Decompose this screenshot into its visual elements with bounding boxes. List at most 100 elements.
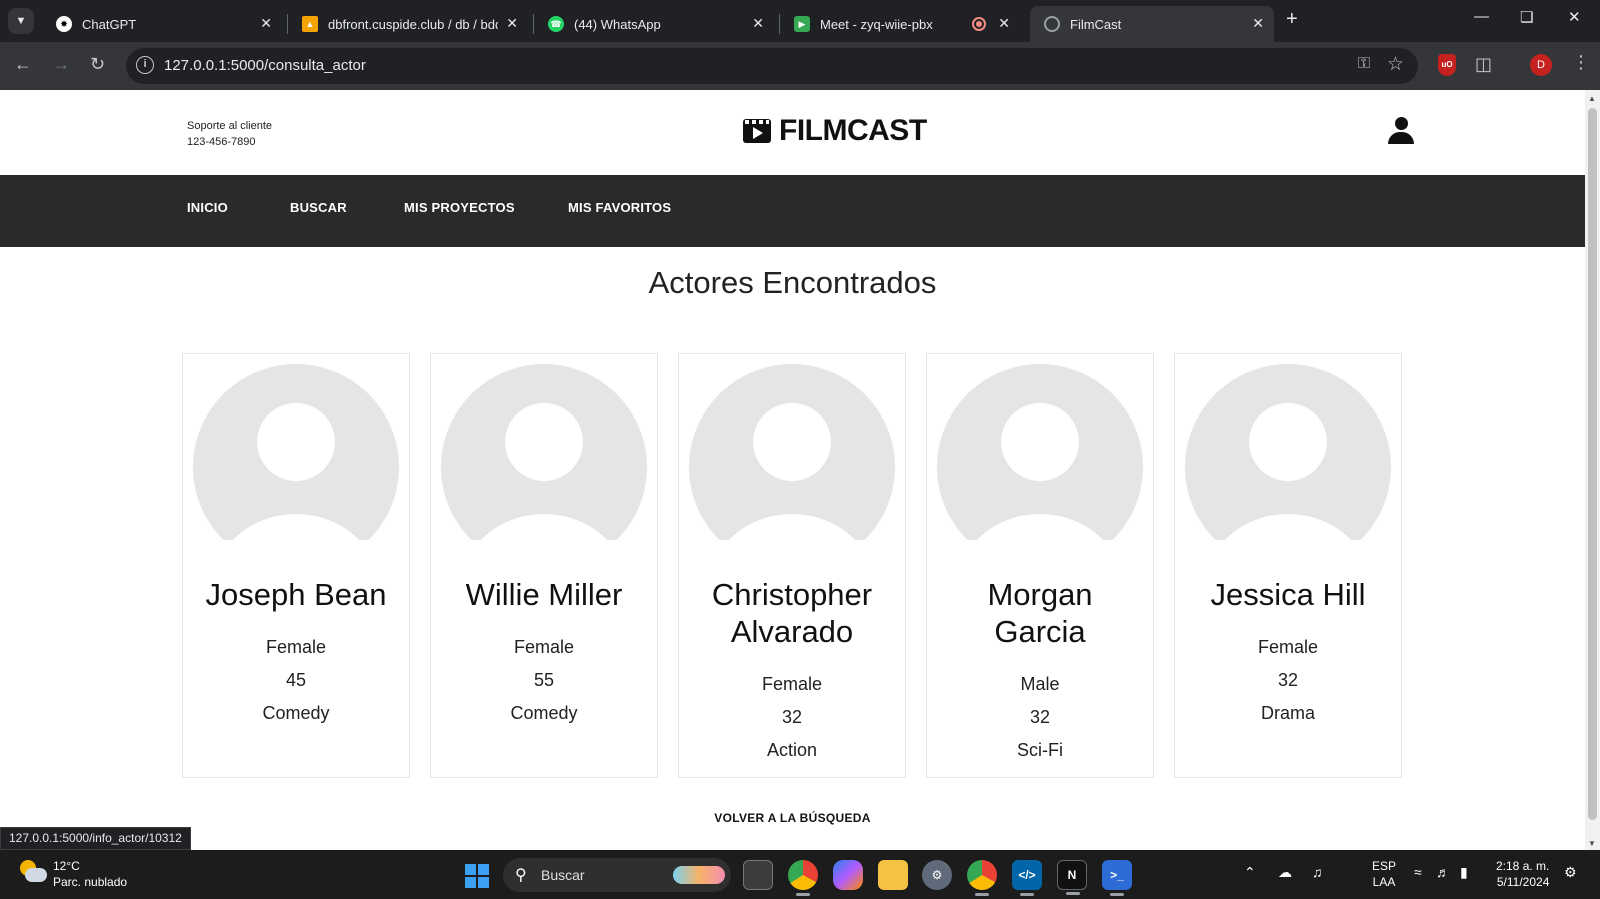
close-tab-icon[interactable]: ✕: [998, 15, 1010, 32]
actor-name[interactable]: Christopher Alvarado: [679, 576, 905, 650]
site-logo[interactable]: FILMCAST: [743, 114, 927, 148]
actor-age: 55: [533, 670, 555, 690]
reload-button[interactable]: ↻: [90, 54, 105, 75]
nav-mis-proyectos[interactable]: MIS PROYECTOS: [404, 200, 515, 215]
clock-time: 2:18 a. m.: [1496, 859, 1550, 873]
browser-menu-icon[interactable]: ⋮: [1572, 52, 1590, 73]
actor-gender: Female: [513, 637, 575, 657]
weather-temperature: 12°C: [53, 859, 80, 873]
weather-widget[interactable]: 12°C Parc. nublado: [53, 858, 127, 890]
user-account-icon[interactable]: [1388, 117, 1414, 145]
actor-age: 32: [1029, 707, 1051, 727]
address-bar[interactable]: i 127.0.0.1:5000/consulta_actor ⚿ ☆: [126, 48, 1418, 84]
meet-icon: ▶: [794, 16, 810, 32]
scroll-up-icon[interactable]: ▲: [1588, 94, 1596, 103]
tab-filmcast[interactable]: FilmCast ✕: [1030, 6, 1274, 42]
forward-button[interactable]: →: [52, 54, 70, 75]
windows-start-icon[interactable]: [465, 864, 489, 888]
keyboard-layout: LAA: [1372, 875, 1396, 889]
support-label: Soporte al cliente: [187, 120, 272, 132]
nav-buscar[interactable]: BUSCAR: [290, 200, 347, 215]
scrollbar-thumb[interactable]: [1588, 108, 1597, 820]
nav-mis-favoritos[interactable]: MIS FAVORITOS: [568, 200, 671, 215]
actor-avatar-placeholder-icon: [1185, 364, 1391, 540]
actor-genre: Action: [766, 740, 818, 760]
tab-chatgpt[interactable]: ✸ ChatGPT ✕: [42, 6, 282, 42]
close-tab-icon[interactable]: ✕: [260, 15, 272, 32]
actor-gender: Female: [265, 637, 327, 657]
extensions-puzzle-icon[interactable]: ◫: [1475, 54, 1492, 75]
tab-search-button[interactable]: ▼: [8, 8, 34, 34]
notification-bell-icon[interactable]: ⚙: [1564, 864, 1577, 881]
task-view-icon[interactable]: [743, 860, 773, 890]
language-code: ESP: [1372, 859, 1397, 873]
actor-card[interactable]: Joseph Bean Female 45 Comedy: [182, 353, 410, 778]
profile-avatar[interactable]: D: [1530, 54, 1552, 76]
actor-name[interactable]: Morgan Garcia: [927, 576, 1153, 650]
clock-date: 5/11/2024: [1496, 875, 1550, 889]
restore-button[interactable]: ❏: [1520, 8, 1533, 26]
globe-icon: [1044, 16, 1060, 32]
close-tab-icon[interactable]: ✕: [752, 15, 764, 32]
actor-gender: Female: [761, 674, 823, 694]
tab-bar: ▼ ✸ ChatGPT ✕ ▲ dbfront.cuspide.club / d…: [0, 0, 1600, 42]
file-explorer-icon[interactable]: [878, 860, 908, 890]
terminal-icon[interactable]: >_: [1102, 860, 1132, 896]
battery-icon[interactable]: ▮: [1460, 864, 1468, 881]
chrome-profile-icon[interactable]: [967, 860, 997, 896]
url-text[interactable]: 127.0.0.1:5000/consulta_actor: [164, 57, 366, 74]
notion-icon[interactable]: N: [1057, 860, 1087, 895]
scroll-down-icon[interactable]: ▼: [1588, 839, 1596, 848]
tab-whatsapp[interactable]: ☎ (44) WhatsApp ✕: [534, 6, 774, 42]
minimize-button[interactable]: —: [1474, 8, 1489, 25]
password-key-icon[interactable]: ⚿: [1358, 55, 1370, 73]
actor-avatar-placeholder-icon: [689, 364, 895, 540]
tab-dbfront[interactable]: ▲ dbfront.cuspide.club / db / bdd ✕: [288, 6, 528, 42]
actor-name[interactable]: Joseph Bean: [183, 576, 409, 613]
whatsapp-icon: ☎: [548, 16, 564, 32]
actor-card[interactable]: Jessica Hill Female 32 Drama: [1174, 353, 1402, 778]
input-language-indicator[interactable]: ESP LAA: [1372, 858, 1396, 890]
close-tab-icon[interactable]: ✕: [1252, 15, 1264, 32]
actor-genre: Comedy: [510, 703, 578, 723]
tab-meet[interactable]: ▶ Meet - zyq-wiie-pbx ✕: [780, 6, 1020, 42]
actor-name[interactable]: Jessica Hill: [1175, 576, 1401, 613]
search-icon: ⚲: [515, 867, 527, 884]
actor-gender: Male: [1020, 674, 1060, 694]
copilot-icon[interactable]: [833, 860, 863, 890]
actor-name[interactable]: Willie Miller: [431, 576, 657, 613]
vscode-icon[interactable]: </>: [1012, 860, 1042, 896]
actor-card[interactable]: Christopher Alvarado Female 32 Action: [678, 353, 906, 778]
nav-inicio[interactable]: INICIO: [187, 200, 228, 215]
close-tab-icon[interactable]: ✕: [506, 15, 518, 32]
support-phone: 123-456-7890: [187, 136, 256, 148]
system-clock[interactable]: 2:18 a. m. 5/11/2024: [1496, 858, 1549, 890]
clapperboard-icon: [743, 119, 771, 143]
settings-gear-icon[interactable]: ⚙: [922, 860, 952, 890]
microphone-icon[interactable]: ♫: [1312, 864, 1323, 880]
browser-toolbar: ← → ↻ i 127.0.0.1:5000/consulta_actor ⚿ …: [0, 42, 1600, 90]
actor-avatar-placeholder-icon: [937, 364, 1143, 540]
actor-avatar-placeholder-icon: [193, 364, 399, 540]
back-button[interactable]: ←: [14, 54, 32, 75]
taskbar-search[interactable]: ⚲ Buscar: [503, 858, 731, 892]
link-status-bubble: 127.0.0.1:5000/info_actor/10312: [0, 827, 191, 850]
ublock-extension-icon[interactable]: uO: [1438, 54, 1456, 76]
actor-card[interactable]: Morgan Garcia Male 32 Sci-Fi: [926, 353, 1154, 778]
actor-age: 32: [1277, 670, 1299, 690]
site-info-icon[interactable]: i: [136, 56, 154, 74]
page-scrollbar[interactable]: ▲ ▼: [1585, 90, 1600, 850]
actor-card[interactable]: Willie Miller Female 55 Comedy: [430, 353, 658, 778]
weather-partly-cloudy-icon[interactable]: [20, 860, 47, 886]
new-tab-button[interactable]: +: [1286, 8, 1298, 31]
back-to-search-link[interactable]: VOLVER A LA BÚSQUEDA: [0, 811, 1585, 825]
bookmark-star-icon[interactable]: ☆: [1387, 53, 1404, 76]
volume-icon[interactable]: ♬: [1436, 864, 1450, 880]
onedrive-cloud-icon[interactable]: ☁: [1278, 864, 1292, 881]
chrome-icon[interactable]: [788, 860, 818, 896]
main-navbar: INICIO BUSCAR MIS PROYECTOS MIS FAVORITO…: [0, 175, 1585, 247]
show-hidden-icons-chevron-icon[interactable]: ⌃: [1244, 864, 1256, 881]
close-window-button[interactable]: ✕: [1568, 8, 1581, 26]
wifi-icon[interactable]: ≈: [1414, 864, 1422, 880]
recording-icon: [972, 17, 986, 31]
